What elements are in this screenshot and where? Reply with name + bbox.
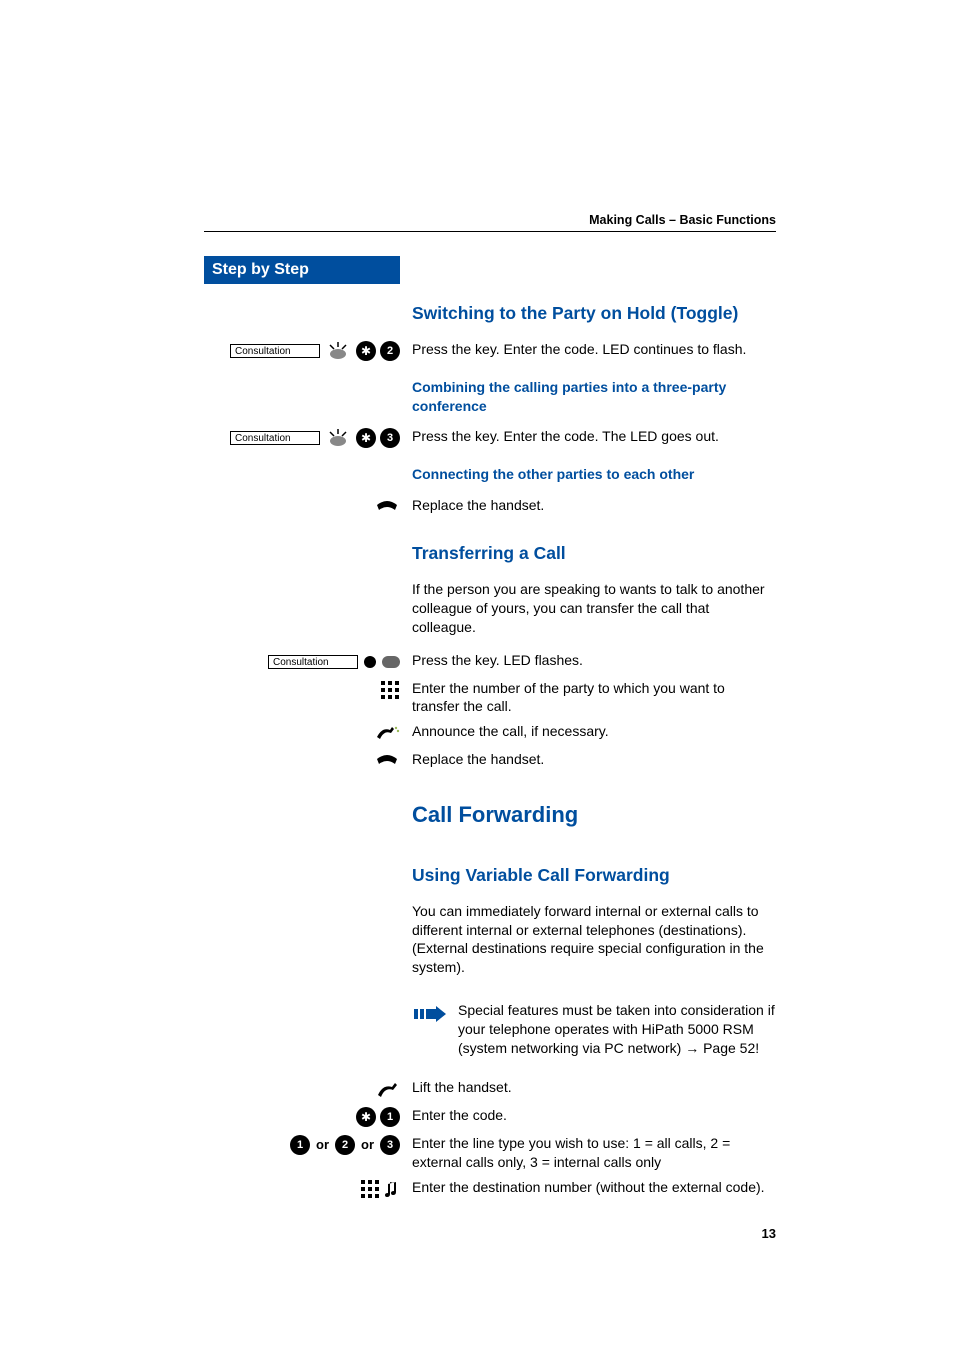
step-icon-keypad-tone: [204, 1178, 400, 1200]
digit-1-key-icon: 1: [380, 1107, 400, 1127]
heading-transferring: Transferring a Call: [412, 542, 776, 566]
handset-down-icon: [374, 753, 400, 769]
page-number: 13: [204, 1226, 776, 1241]
note-arrow-icon: [412, 1003, 448, 1025]
led-on-icon: [362, 654, 378, 670]
step-text: Enter the line type you wish to use: 1 =…: [412, 1134, 776, 1172]
handset-down-icon: [374, 499, 400, 515]
manual-page: Making Calls – Basic Functions Step by S…: [0, 0, 954, 1281]
step-icon-1-or-2-or-3: 1 or 2 or 3: [204, 1134, 400, 1156]
step-text: Press the key. Enter the code. LED conti…: [412, 340, 776, 359]
digit-3-key-icon: 3: [380, 428, 400, 448]
step-text: Announce the call, if necessary.: [412, 722, 776, 741]
step-icon-consultation-star-3: Consultation 3: [204, 427, 400, 449]
heading-switching: Switching to the Party on Hold (Toggle): [412, 302, 776, 326]
heading-connecting: Connecting the other parties to each oth…: [412, 465, 776, 484]
step-text: Replace the handset.: [412, 496, 776, 515]
key-consultation-label: Consultation: [268, 655, 358, 669]
star-key-icon: [356, 1107, 376, 1127]
keypad-icon: [380, 680, 400, 700]
step-text: Enter the number of the party to which y…: [412, 679, 776, 717]
heading-call-forwarding: Call Forwarding: [412, 800, 776, 830]
or-label: or: [361, 1137, 374, 1152]
step-text: Enter the code.: [412, 1106, 776, 1125]
heading-variable-forwarding: Using Variable Call Forwarding: [412, 864, 776, 888]
step-text: Replace the handset.: [412, 750, 776, 769]
led-flash-icon: [324, 340, 352, 362]
note-text: Special features must be taken into cons…: [458, 1001, 776, 1058]
note-box: Special features must be taken into cons…: [412, 997, 776, 1062]
step-icon-consultation-star-2: Consultation 2: [204, 340, 400, 362]
handset-talk-icon: [374, 724, 400, 742]
star-key-icon: [356, 428, 376, 448]
digit-2-key-icon: 2: [335, 1135, 355, 1155]
digit-1-key-icon: 1: [290, 1135, 310, 1155]
paragraph: You can immediately forward internal or …: [412, 902, 776, 978]
heading-combining: Combining the calling parties into a thr…: [412, 378, 776, 416]
step-text: Press the key. Enter the code. The LED g…: [412, 427, 776, 446]
step-icon-consultation: Consultation: [204, 651, 400, 673]
step-by-step-band: Step by Step: [204, 256, 400, 284]
step-text: Lift the handset.: [412, 1078, 776, 1097]
key-consultation-label: Consultation: [230, 431, 320, 445]
or-label: or: [316, 1137, 329, 1152]
handset-up-icon: [374, 1080, 400, 1098]
step-icon-star-1: 1: [204, 1106, 400, 1128]
header-rule: Making Calls – Basic Functions: [204, 210, 776, 232]
digit-3-key-icon: 3: [380, 1135, 400, 1155]
digit-2-key-icon: 2: [380, 341, 400, 361]
key-consultation-label: Consultation: [230, 344, 320, 358]
paragraph: If the person you are speaking to wants …: [412, 580, 776, 637]
key-button-icon: [382, 656, 400, 668]
star-key-icon: [356, 341, 376, 361]
led-flash-icon: [324, 427, 352, 449]
tone-icon: [384, 1179, 400, 1199]
step-text: Press the key. LED flashes.: [412, 651, 776, 670]
chapter-title: Making Calls – Basic Functions: [589, 213, 776, 227]
step-text: Enter the destination number (without th…: [412, 1178, 776, 1197]
keypad-icon: [360, 1179, 380, 1199]
